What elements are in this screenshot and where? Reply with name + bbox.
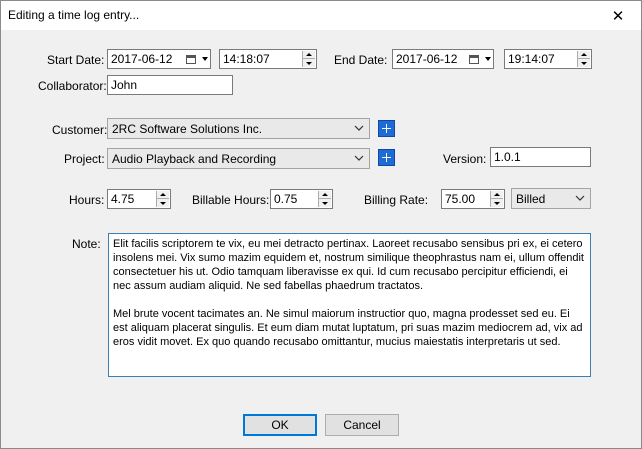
billable-hours-field[interactable]: 0.75 [270, 189, 333, 209]
end-time-spinner[interactable] [577, 51, 590, 67]
end-date-label: End Date: [334, 53, 388, 67]
end-date-dropdown[interactable] [469, 52, 491, 66]
chevron-down-icon [354, 155, 364, 161]
version-label: Version: [443, 152, 487, 166]
start-date-picker[interactable]: 2017-06-12 [107, 49, 211, 69]
project-select[interactable]: Audio Playback and Recording [107, 148, 370, 169]
billing-rate-field[interactable]: 75.00 [441, 189, 505, 209]
spin-up-icon[interactable] [157, 191, 169, 199]
ok-button[interactable]: OK [243, 414, 317, 436]
add-project-button[interactable] [378, 149, 395, 166]
end-time-field[interactable]: 19:14:07 [504, 49, 592, 69]
collaborator-label: Collaborator: [38, 79, 107, 93]
spin-down-icon[interactable] [578, 59, 590, 67]
billing-rate-spinner[interactable] [490, 191, 503, 207]
note-paragraph: Mel brute vocent tacimates an. Ne simul … [113, 308, 583, 348]
start-time-spinner[interactable] [302, 51, 315, 67]
start-time-field[interactable]: 14:18:07 [219, 49, 317, 69]
spin-up-icon[interactable] [491, 191, 503, 199]
billing-rate-value: 75.00 [445, 192, 476, 206]
start-time-value: 14:18:07 [223, 52, 270, 66]
note-paragraph: Elit facilis scriptorem te vix, eu mei d… [113, 238, 584, 292]
note-textarea[interactable]: Elit facilis scriptorem te vix, eu mei d… [108, 233, 591, 377]
note-label: Note: [72, 237, 101, 251]
customer-value: 2RC Software Solutions Inc. [112, 122, 263, 136]
billable-hours-label: Billable Hours: [192, 193, 270, 207]
project-label: Project: [64, 152, 105, 166]
billing-status-select[interactable]: Billed [511, 188, 591, 209]
billing-status-value: Billed [516, 192, 546, 206]
billable-hours-value: 0.75 [274, 192, 298, 206]
window-title: Editing a time log entry... [8, 8, 140, 22]
start-date-label: Start Date: [47, 53, 105, 67]
spin-up-icon[interactable] [578, 51, 590, 59]
spin-up-icon[interactable] [319, 191, 331, 199]
title-bar[interactable]: Editing a time log entry... ✕ [1, 1, 641, 30]
start-date-dropdown[interactable] [186, 52, 208, 66]
close-icon[interactable]: ✕ [595, 1, 641, 30]
hours-label: Hours: [69, 193, 105, 207]
cancel-button[interactable]: Cancel [325, 414, 399, 436]
hours-spinner[interactable] [156, 191, 169, 207]
spin-down-icon[interactable] [303, 59, 315, 67]
end-time-value: 19:14:07 [508, 52, 555, 66]
billing-rate-label: Billing Rate: [364, 193, 429, 207]
collaborator-field[interactable]: John [107, 75, 233, 95]
hours-field[interactable]: 4.75 [107, 189, 171, 209]
spin-down-icon[interactable] [319, 199, 331, 207]
add-customer-button[interactable] [378, 120, 395, 137]
end-date-picker[interactable]: 2017-06-12 [392, 49, 494, 69]
customer-label: Customer: [52, 123, 108, 137]
chevron-down-icon [202, 57, 208, 61]
calendar-icon [186, 54, 196, 64]
start-date-value: 2017-06-12 [111, 52, 173, 66]
customer-select[interactable]: 2RC Software Solutions Inc. [107, 118, 370, 139]
billable-hours-spinner[interactable] [318, 191, 331, 207]
chevron-down-icon [575, 195, 585, 201]
dialog-window: Editing a time log entry... ✕ Start Date… [0, 0, 642, 449]
chevron-down-icon [485, 57, 491, 61]
spin-down-icon[interactable] [491, 199, 503, 207]
version-field[interactable]: 1.0.1 [490, 147, 591, 167]
end-date-value: 2017-06-12 [396, 52, 458, 66]
chevron-down-icon [354, 125, 364, 131]
project-value: Audio Playback and Recording [112, 152, 277, 166]
hours-value: 4.75 [111, 192, 135, 206]
spin-down-icon[interactable] [157, 199, 169, 207]
spin-up-icon[interactable] [303, 51, 315, 59]
calendar-icon [469, 54, 479, 64]
